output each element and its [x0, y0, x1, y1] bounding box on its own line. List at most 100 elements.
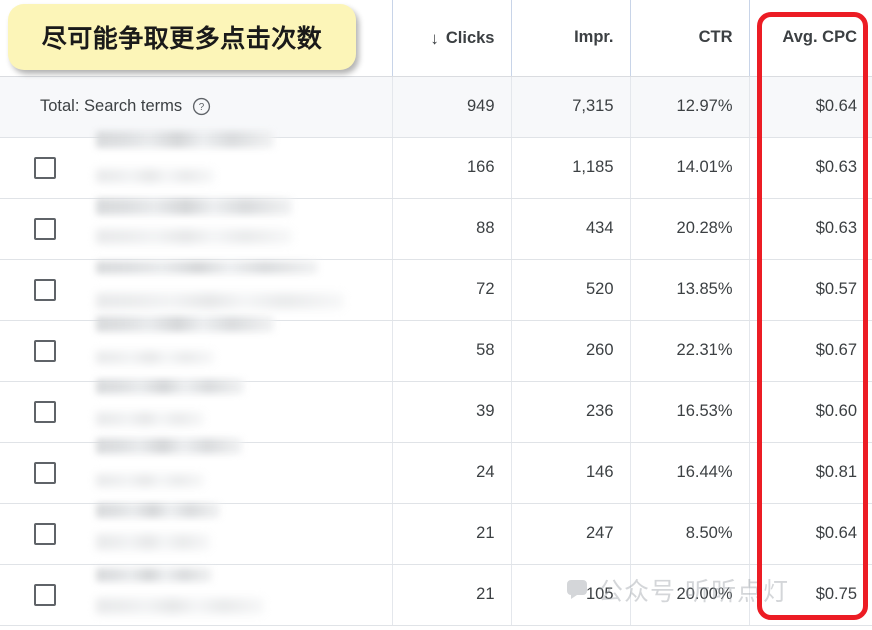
row-impr: 1,185	[511, 137, 631, 199]
row-clicks: 24	[392, 442, 512, 504]
table-row[interactable]: 88 434 20.28% $0.63	[0, 197, 872, 260]
table-row[interactable]: 166 1,185 14.01% $0.63	[0, 130, 872, 199]
row-clicks: 58	[392, 320, 512, 382]
column-header-ctr[interactable]: CTR	[630, 0, 750, 77]
search-term-text-redacted	[96, 315, 378, 372]
row-clicks: 166	[392, 137, 512, 199]
row-clicks: 88	[392, 198, 512, 260]
redacted-line	[96, 197, 292, 215]
search-terms-report-screen: ↓ Clicks Impr. CTR Avg. CPC Total: Search…	[0, 0, 872, 630]
redacted-line	[96, 533, 210, 550]
redacted-line	[96, 597, 264, 614]
sort-descending-icon: ↓	[430, 28, 439, 48]
row-name-cell	[0, 502, 393, 565]
row-avg-cpc: $0.57	[749, 259, 872, 321]
row-ctr: 16.53%	[630, 381, 750, 443]
table-row[interactable]: 39 236 16.53% $0.60	[0, 378, 872, 443]
row-name-cell	[0, 437, 393, 504]
row-avg-cpc: $0.63	[749, 198, 872, 260]
svg-text:?: ?	[199, 102, 205, 113]
redacted-line	[96, 130, 274, 148]
search-term-text-redacted	[96, 378, 378, 433]
total-row-label-cell: Total: Search terms ?	[0, 76, 393, 138]
row-select-checkbox[interactable]	[34, 583, 56, 606]
redacted-line	[96, 292, 344, 309]
total-ctr: 12.97%	[630, 76, 750, 138]
row-avg-cpc: $0.60	[749, 381, 872, 443]
callout-bubble: 尽可能争取更多点击次数	[8, 4, 356, 70]
column-header-clicks-label: Clicks	[445, 28, 495, 47]
row-name-cell	[0, 315, 393, 382]
row-ctr: 20.28%	[630, 198, 750, 260]
row-select-checkbox[interactable]	[34, 339, 56, 362]
total-row: Total: Search terms ? 949 7,315 12.97% $…	[0, 76, 872, 138]
row-avg-cpc: $0.81	[749, 442, 872, 504]
search-term-text-redacted	[96, 130, 378, 189]
row-ctr: 13.85%	[630, 259, 750, 321]
row-select-checkbox[interactable]	[34, 400, 56, 423]
total-avg-cpc: $0.64	[749, 76, 872, 138]
redacted-line	[96, 350, 214, 364]
column-header-avg-cpc[interactable]: Avg. CPC	[749, 0, 872, 77]
row-impr: 520	[511, 259, 631, 321]
row-impr: 236	[511, 381, 631, 443]
row-clicks: 72	[392, 259, 512, 321]
row-impr: 146	[511, 442, 631, 504]
redacted-line	[96, 228, 292, 244]
row-avg-cpc: $0.75	[749, 564, 872, 626]
search-term-text-redacted	[96, 197, 378, 250]
table-row[interactable]: 21 247 8.50% $0.64	[0, 502, 872, 565]
row-impr: 247	[511, 503, 631, 565]
row-ctr: 16.44%	[630, 442, 750, 504]
row-name-cell	[0, 259, 393, 321]
row-impr: 260	[511, 320, 631, 382]
row-name-cell	[0, 197, 393, 260]
redacted-line	[96, 567, 212, 582]
search-term-text-redacted	[96, 502, 378, 555]
redacted-line	[96, 168, 214, 183]
search-term-text-redacted	[96, 260, 378, 311]
row-avg-cpc: $0.67	[749, 320, 872, 382]
row-name-cell	[0, 130, 393, 199]
total-row-label: Total: Search terms	[40, 97, 183, 115]
redacted-line	[96, 411, 204, 426]
row-avg-cpc: $0.64	[749, 503, 872, 565]
row-select-checkbox[interactable]	[34, 278, 56, 301]
row-name-cell	[0, 378, 393, 443]
table-row[interactable]: 21 105 20.00% $0.75	[0, 564, 872, 626]
redacted-line	[96, 260, 318, 274]
column-header-impr[interactable]: Impr.	[511, 0, 631, 77]
search-term-text-redacted	[96, 437, 378, 494]
row-ctr: 22.31%	[630, 320, 750, 382]
redacted-line	[96, 378, 244, 394]
row-select-checkbox[interactable]	[34, 156, 56, 179]
total-impr: 7,315	[511, 76, 631, 138]
search-terms-table: ↓ Clicks Impr. CTR Avg. CPC Total: Search…	[0, 0, 872, 626]
redacted-line	[96, 315, 274, 332]
row-ctr: 14.01%	[630, 137, 750, 199]
table-row[interactable]: 72 520 13.85% $0.57	[0, 259, 872, 321]
row-impr: 434	[511, 198, 631, 260]
redacted-line	[96, 473, 204, 487]
row-clicks: 21	[392, 564, 512, 626]
row-select-checkbox[interactable]	[34, 461, 56, 484]
row-impr: 105	[511, 564, 631, 626]
row-ctr: 20.00%	[630, 564, 750, 626]
column-header-clicks[interactable]: ↓ Clicks	[392, 0, 512, 77]
help-circle-icon[interactable]: ?	[192, 97, 211, 116]
callout-text: 尽可能争取更多点击次数	[41, 24, 323, 53]
row-select-checkbox[interactable]	[34, 217, 56, 240]
column-header-ctr-label: CTR	[698, 28, 733, 47]
redacted-line	[96, 437, 242, 454]
row-clicks: 21	[392, 503, 512, 565]
row-name-cell	[0, 564, 393, 626]
table-row[interactable]: 24 146 16.44% $0.81	[0, 437, 872, 504]
row-clicks: 39	[392, 381, 512, 443]
redacted-line	[96, 502, 220, 518]
row-ctr: 8.50%	[630, 503, 750, 565]
table-body: Total: Search terms ? 949 7,315 12.97% $…	[0, 76, 872, 626]
search-term-text-redacted	[96, 567, 378, 616]
column-header-impr-label: Impr.	[574, 28, 614, 47]
row-select-checkbox[interactable]	[34, 522, 56, 545]
table-row[interactable]: 58 260 22.31% $0.67	[0, 315, 872, 382]
